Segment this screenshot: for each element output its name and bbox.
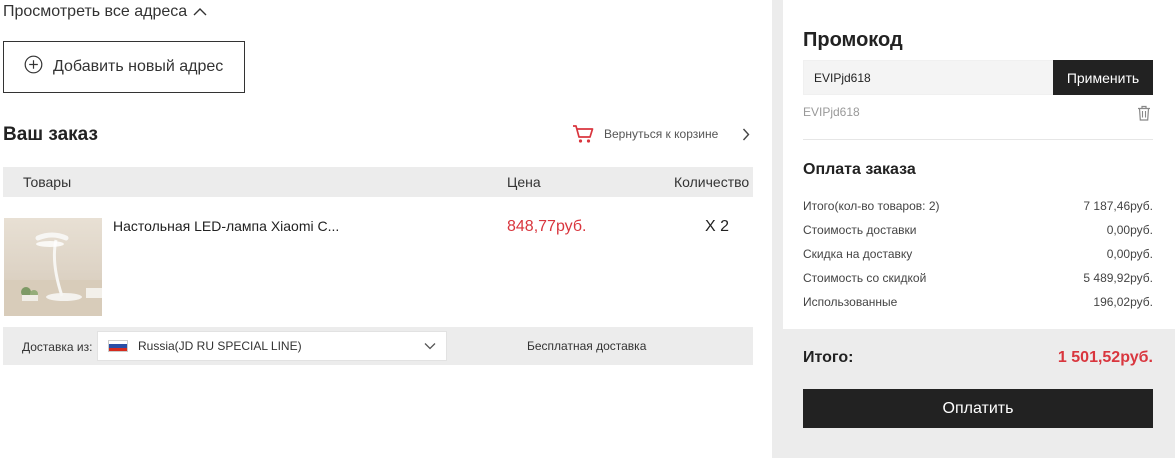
total-value: 1 501,52руб. [1057, 349, 1153, 366]
summary-row-shipping-cost: Стоимость доставки 0,00руб. [803, 223, 1153, 237]
order-table-header: Товары Цена Количество [3, 167, 753, 197]
order-section: Просмотреть все адреса Добавить новый ад… [0, 0, 760, 458]
back-to-cart-label: Вернуться к корзине [604, 127, 719, 141]
summary-value: 196,02руб. [1093, 295, 1153, 309]
add-new-address-button[interactable]: Добавить новый адрес [3, 41, 245, 93]
product-price: 848,77руб. [507, 218, 587, 235]
payment-title: Оплата заказа [803, 161, 916, 178]
chevron-down-icon [424, 342, 436, 350]
promo-code-input[interactable] [803, 60, 1054, 95]
divider [803, 139, 1153, 140]
summary-value: 0,00руб. [1106, 223, 1153, 237]
shipping-method-select[interactable]: Russia(JD RU SPECIAL LINE) [97, 331, 447, 361]
applied-promo-code: EVIPjd618 [803, 105, 860, 119]
summary-label: Стоимость со скидкой [803, 271, 927, 285]
view-all-addresses-label: Просмотреть все адреса [3, 3, 188, 20]
product-quantity: X 2 [705, 218, 730, 235]
shipping-method-value: Russia(JD RU SPECIAL LINE) [138, 339, 302, 353]
summary-card: Промокод Применить EVIPjd618 Оплата зака… [783, 0, 1175, 329]
chevron-right-icon [742, 128, 750, 141]
total-label: Итого: [803, 349, 854, 366]
summary-value: 5 489,92руб. [1083, 271, 1153, 285]
summary-panel: Промокод Применить EVIPjd618 Оплата зака… [772, 0, 1175, 458]
column-goods: Товары [23, 174, 72, 190]
column-price: Цена [507, 174, 541, 190]
apply-promo-button[interactable]: Применить [1053, 60, 1153, 95]
summary-row-discounted-cost: Стоимость со скидкой 5 489,92руб. [803, 271, 1153, 285]
table-row: Настольная LED-лампа Xiaomi C... 848,77р… [3, 197, 753, 327]
plus-circle-icon [24, 55, 43, 79]
order-title: Ваш заказ [3, 124, 98, 145]
shipping-from-label: Доставка из: [22, 340, 93, 354]
product-image[interactable] [4, 218, 102, 316]
summary-label: Скидка на доставку [803, 247, 913, 261]
promo-title: Промокод [803, 29, 903, 51]
summary-row-used: Использованные 196,02руб. [803, 295, 1153, 309]
product-name-link[interactable]: Настольная LED-лампа Xiaomi C... [113, 218, 339, 234]
summary-label: Итого(кол-во товаров: 2) [803, 199, 940, 213]
russia-flag-icon [108, 340, 128, 352]
summary-value: 7 187,46руб. [1083, 199, 1153, 213]
chevron-up-icon [193, 3, 207, 21]
back-to-cart-link[interactable]: Вернуться к корзине [572, 124, 750, 144]
column-quantity: Количество [674, 174, 750, 190]
view-all-addresses-link[interactable]: Просмотреть все адреса [3, 3, 207, 21]
free-shipping-label: Бесплатная доставка [527, 339, 647, 353]
add-new-address-label: Добавить новый адрес [53, 58, 224, 75]
trash-icon[interactable] [1137, 105, 1151, 121]
pay-button[interactable]: Оплатить [803, 389, 1153, 428]
shipping-row: Доставка из: Russia(JD RU SPECIAL LINE) … [3, 327, 753, 365]
summary-value: 0,00руб. [1106, 247, 1153, 261]
summary-row-subtotal: Итого(кол-во товаров: 2) 7 187,46руб. [803, 199, 1153, 213]
summary-label: Стоимость доставки [803, 223, 917, 237]
summary-label: Использованные [803, 295, 898, 309]
cart-icon [572, 124, 594, 144]
summary-row-shipping-discount: Скидка на доставку 0,00руб. [803, 247, 1153, 261]
